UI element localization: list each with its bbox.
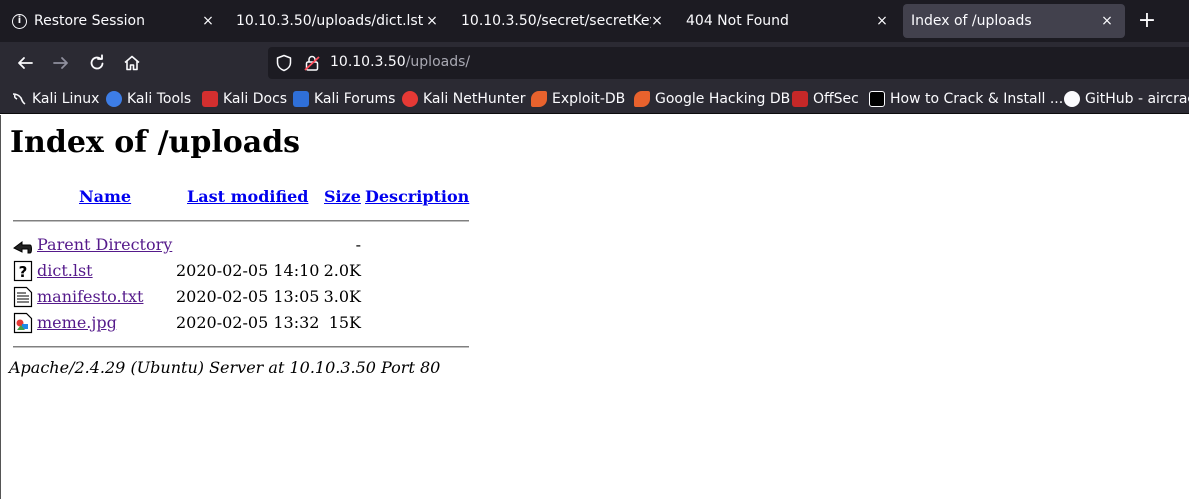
close-tab-icon[interactable]: × <box>872 11 892 31</box>
close-tab-icon[interactable]: × <box>422 11 442 31</box>
kali-docs-icon <box>202 91 218 107</box>
kali-dragon-icon <box>12 93 26 105</box>
tab-title: Restore Session <box>34 13 145 29</box>
bookmark-exploit-db[interactable]: Exploit-DB <box>531 90 625 108</box>
bookmark-google-hacking-db[interactable]: Google Hacking DB <box>634 90 790 108</box>
home-button[interactable] <box>118 49 146 77</box>
column-header-size[interactable]: Size <box>324 187 361 206</box>
bookmark-label: How to Crack & Install ... <box>890 91 1064 107</box>
url-host: 10.10.3.50 <box>330 54 406 70</box>
kali-forums-icon <box>293 91 309 107</box>
ghdb-icon <box>634 91 650 107</box>
address-bar[interactable]: 10.10.3.50/uploads/ <box>268 47 1189 79</box>
unknown-file-icon: ? <box>13 260 33 282</box>
page-content: Index of /uploads Name Last modified Siz… <box>0 115 1189 499</box>
url-text[interactable]: 10.10.3.50/uploads/ <box>330 54 470 70</box>
file-link-dict-lst[interactable]: dict.lst <box>37 261 93 280</box>
offsec-icon <box>792 91 808 107</box>
image-file-icon <box>13 312 33 334</box>
file-link-manifesto-txt[interactable]: manifesto.txt <box>37 287 143 306</box>
medium-icon <box>869 91 885 107</box>
bookmark-label: Kali Tools <box>127 91 192 107</box>
bookmark-how-to-crack[interactable]: How to Crack & Install ... <box>869 90 1063 108</box>
file-link-meme-jpg[interactable]: meme.jpg <box>37 313 117 332</box>
github-icon <box>1064 91 1080 107</box>
bookmark-offsec[interactable]: OffSec <box>792 90 859 108</box>
bookmark-label: Kali Linux <box>32 91 100 107</box>
shield-icon[interactable] <box>275 54 293 72</box>
bookmark-kali-linux[interactable]: Kali Linux <box>11 90 99 108</box>
tab-strip: i Restore Session × 10.10.3.50/uploads/d… <box>0 0 1189 42</box>
tab-secret-key[interactable]: 10.10.3.50/secret/secretKey × <box>453 4 675 38</box>
text-file-icon <box>13 286 33 308</box>
info-icon: i <box>12 13 27 29</box>
bookmark-label: Kali Forums <box>314 91 396 107</box>
bookmark-label: GitHub - aircrack <box>1085 91 1189 107</box>
bookmark-label: Exploit-DB <box>552 91 626 107</box>
close-tab-icon[interactable]: × <box>1097 11 1117 31</box>
file-size: 15K <box>328 313 361 332</box>
close-tab-icon[interactable]: × <box>647 11 667 31</box>
arrow-right-icon <box>53 57 68 69</box>
file-modified: 2020-02-05 13:05 <box>176 287 320 306</box>
forward-button[interactable] <box>47 49 75 77</box>
tab-404-not-found[interactable]: 404 Not Found × <box>678 4 900 38</box>
tab-title: 10.10.3.50/secret/secretKey <box>461 13 651 29</box>
bookmark-label: Kali NetHunter <box>423 91 526 107</box>
tab-restore-session[interactable]: i Restore Session × <box>4 4 226 38</box>
kali-tools-icon <box>106 91 122 107</box>
reload-button[interactable] <box>83 49 111 77</box>
bookmark-kali-nethunter[interactable]: Kali NetHunter <box>402 90 525 108</box>
nethunter-icon <box>402 91 418 107</box>
home-icon <box>124 55 140 71</box>
insecure-lock-icon[interactable] <box>303 54 321 72</box>
bookmark-github-aircrack[interactable]: GitHub - aircrack <box>1064 90 1189 108</box>
arrow-left-icon <box>18 57 33 69</box>
tab-title: Index of /uploads <box>911 13 1032 29</box>
tab-dict-lst[interactable]: 10.10.3.50/uploads/dict.lst × <box>228 4 450 38</box>
url-path: /uploads/ <box>405 54 471 70</box>
column-header-description[interactable]: Description <box>365 187 469 206</box>
close-tab-icon[interactable]: × <box>198 11 218 31</box>
page-title: Index of /uploads <box>10 125 301 160</box>
reload-icon <box>90 54 104 70</box>
tab-title: 404 Not Found <box>686 13 789 29</box>
file-size: 2.0K <box>323 261 361 280</box>
column-header-name[interactable]: Name <box>79 187 131 206</box>
bookmark-kali-forums[interactable]: Kali Forums <box>293 90 395 108</box>
bookmark-label: Google Hacking DB <box>655 91 791 107</box>
file-modified: 2020-02-05 13:32 <box>176 313 320 332</box>
file-size: - <box>355 235 361 254</box>
back-button[interactable] <box>11 49 39 77</box>
column-header-last-modified[interactable]: Last modified <box>187 187 308 206</box>
bookmark-label: Kali Docs <box>223 91 288 107</box>
divider <box>13 220 469 222</box>
parent-directory-link[interactable]: Parent Directory <box>37 235 172 254</box>
divider <box>13 346 469 348</box>
bookmark-label: OffSec <box>813 91 859 107</box>
svg-text:?: ? <box>19 263 28 281</box>
bookmark-kali-docs[interactable]: Kali Docs <box>202 90 287 108</box>
tab-title: 10.10.3.50/uploads/dict.lst <box>236 13 424 29</box>
bookmark-kali-tools[interactable]: Kali Tools <box>106 90 191 108</box>
back-folder-icon <box>13 241 32 254</box>
navigation-bar: 10.10.3.50/uploads/ <box>0 42 1189 84</box>
server-signature: Apache/2.4.29 (Ubuntu) Server at 10.10.3… <box>9 358 441 377</box>
new-tab-button[interactable]: + <box>1133 8 1161 36</box>
file-size: 3.0K <box>323 287 361 306</box>
exploit-db-icon <box>531 91 547 107</box>
tab-index-of-uploads[interactable]: Index of /uploads × <box>903 4 1125 38</box>
bookmarks-toolbar: Kali Linux Kali Tools Kali Docs Kali For… <box>0 84 1189 114</box>
file-modified: 2020-02-05 14:10 <box>176 261 320 280</box>
